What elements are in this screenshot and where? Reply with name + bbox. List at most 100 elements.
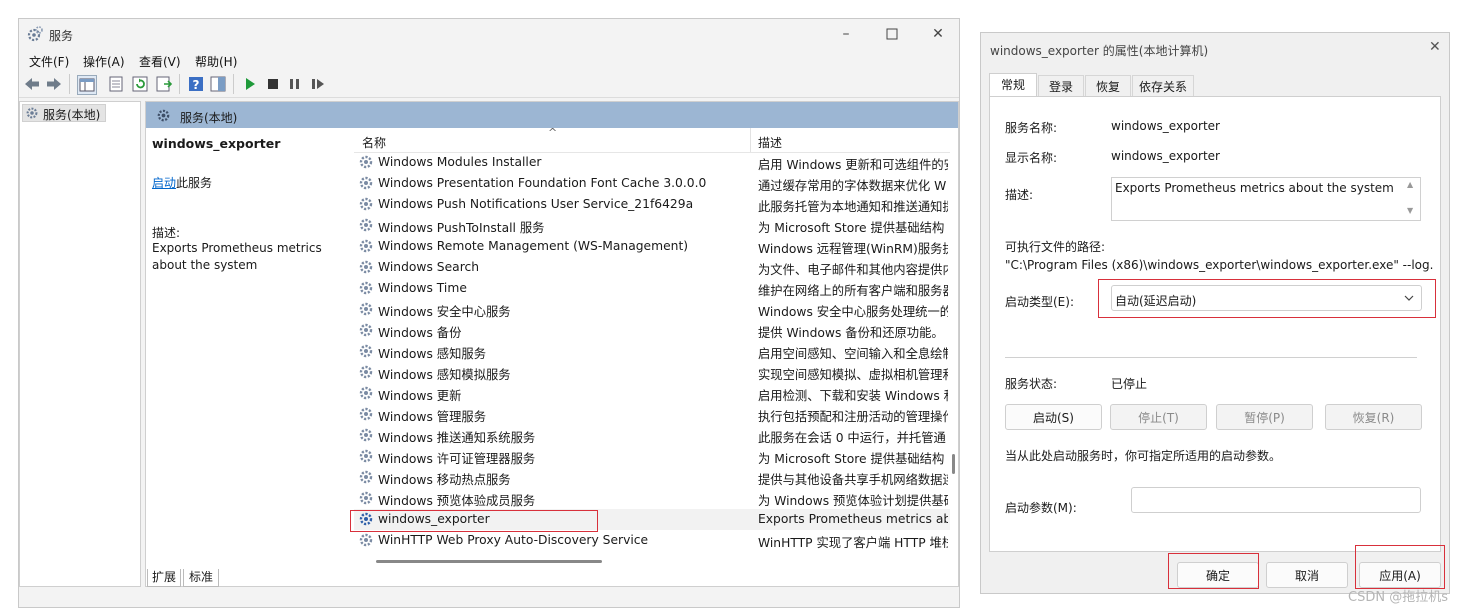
tree-item-services-local[interactable]: 服务(本地) <box>22 104 106 122</box>
service-description-cell: 启用检测、下载和安装 Windows 和 <box>758 389 948 403</box>
resume-button[interactable]: 恢复(R) <box>1325 404 1422 430</box>
minimize-icon[interactable]: – <box>837 25 855 43</box>
help-icon[interactable]: ? <box>187 75 205 93</box>
service-gear-icon <box>358 154 374 170</box>
tab-standard[interactable]: 标准 <box>183 569 219 587</box>
tab-general[interactable]: 常规 <box>989 73 1037 97</box>
highlight-box <box>1168 553 1259 589</box>
export-list-icon[interactable] <box>155 75 173 93</box>
table-row[interactable]: Windows 管理服务 执行包括预配和注册活动的管理操作 <box>354 404 950 425</box>
services-title-bar[interactable]: 服务 – ✕ <box>19 19 959 49</box>
table-row[interactable]: Windows Modules Installer 启用 Windows 更新和可… <box>354 152 950 173</box>
dialog-close-icon[interactable]: ✕ <box>1429 39 1441 55</box>
service-gear-icon <box>358 448 374 464</box>
column-header-description[interactable]: 描述 <box>758 134 782 151</box>
table-row[interactable]: Windows 预览体验成员服务 为 Windows 预览体验计划提供基础 <box>354 488 950 509</box>
service-gear-icon <box>358 301 374 317</box>
table-row[interactable]: Windows PushToInstall 服务 为 Microsoft Stor… <box>354 215 950 236</box>
menu-file[interactable]: 文件(F) <box>29 53 69 70</box>
maximize-icon[interactable] <box>883 25 901 43</box>
start-button[interactable]: 启动(S) <box>1005 404 1102 430</box>
menu-action[interactable]: 操作(A) <box>83 53 125 70</box>
start-params-input[interactable] <box>1131 487 1421 513</box>
pause-icon[interactable] <box>286 75 304 93</box>
tab-extended[interactable]: 扩展 <box>147 569 181 587</box>
column-divider[interactable] <box>750 128 751 152</box>
description-box[interactable]: Exports Prometheus metrics about the sys… <box>1111 177 1421 221</box>
service-name-cell: Windows 管理服务 <box>378 410 486 424</box>
list-header: 名称 ^ 描述 <box>354 126 950 153</box>
start-params-label: 启动参数(M): <box>1005 501 1077 515</box>
service-description-cell: 为文件、电子邮件和其他内容提供内 <box>758 263 948 277</box>
back-arrow-icon[interactable] <box>23 75 41 93</box>
start-params-hint: 当从此处启动服务时，你可指定所适用的启动参数。 <box>1005 449 1282 463</box>
window-title: 服务 <box>49 29 74 43</box>
toolbar: ? <box>19 71 959 98</box>
properties-sheet-icon[interactable] <box>107 75 125 93</box>
menu-view[interactable]: 查看(V) <box>139 53 181 70</box>
service-name-cell: Windows 感知模拟服务 <box>378 368 511 382</box>
scroll-up-icon[interactable]: ▲ <box>1407 180 1413 189</box>
console-tree-pane: 服务(本地) <box>19 101 141 587</box>
show-hide-pane-icon[interactable] <box>209 75 227 93</box>
console-tree-icon[interactable] <box>77 75 97 95</box>
start-service-link[interactable]: 启动 <box>152 176 176 190</box>
startup-type-label: 启动类型(E): <box>1005 295 1074 309</box>
horizontal-scroll-thumb[interactable] <box>376 560 602 563</box>
service-description-cell: Exports Prometheus metrics ab <box>758 512 948 526</box>
table-row[interactable]: Windows 许可证管理器服务 为 Microsoft Store 提供基础结构 <box>354 446 950 467</box>
path-label: 可执行文件的路径: <box>1005 240 1106 254</box>
cancel-button[interactable]: 取消 <box>1266 562 1348 588</box>
service-status-label: 服务状态: <box>1005 377 1058 391</box>
table-row[interactable]: Windows Push Notifications User Service_… <box>354 194 950 215</box>
highlight-box <box>1355 545 1445 589</box>
refresh-icon[interactable] <box>131 75 149 93</box>
table-row[interactable]: Windows 更新 启用检测、下载和安装 Windows 和 <box>354 383 950 404</box>
service-description-cell: 此服务托管为本地通知和推送通知提 <box>758 200 948 214</box>
table-row[interactable]: Windows Search 为文件、电子邮件和其他内容提供内 <box>354 257 950 278</box>
service-gear-icon <box>358 322 374 338</box>
table-row[interactable]: WinHTTP Web Proxy Auto-Discovery Service… <box>354 530 950 551</box>
vertical-scroll-thumb[interactable] <box>952 454 955 474</box>
table-row[interactable]: Windows Time 维护在网络上的所有客户端和服务器 <box>354 278 950 299</box>
service-description-cell: Windows 远程管理(WinRM)服务执 <box>758 242 948 256</box>
service-name-cell: Windows Presentation Foundation Font Cac… <box>378 176 707 190</box>
menu-help[interactable]: 帮助(H) <box>195 53 237 70</box>
play-icon[interactable] <box>241 75 259 93</box>
service-description-cell: 通过缓存常用的字体数据来优化 W <box>758 179 947 193</box>
stop-icon[interactable] <box>264 75 282 93</box>
vertical-scrollbar[interactable] <box>950 128 958 558</box>
table-row[interactable]: Windows Presentation Foundation Font Cac… <box>354 173 950 194</box>
section-divider <box>1005 357 1417 358</box>
forward-arrow-icon[interactable] <box>45 75 63 93</box>
tree-item-label: 服务(本地) <box>43 108 101 122</box>
table-row[interactable]: Windows 移动热点服务 提供与其他设备共享手机网络数据连 <box>354 467 950 488</box>
service-status-value: 已停止 <box>1111 377 1148 391</box>
service-gear-icon <box>358 196 374 212</box>
table-row[interactable]: Windows 推送通知系统服务 此服务在会话 0 中运行，并托管通 <box>354 425 950 446</box>
table-row[interactable]: Windows 安全中心服务 Windows 安全中心服务处理统一的 <box>354 299 950 320</box>
column-header-name[interactable]: 名称 <box>362 134 386 151</box>
service-description-cell: 执行包括预配和注册活动的管理操作 <box>758 410 948 424</box>
services-gear-icon <box>157 109 170 122</box>
pause-button[interactable]: 暂停(P) <box>1216 404 1313 430</box>
service-name-cell: Windows 感知服务 <box>378 347 486 361</box>
table-row[interactable]: Windows 感知服务 启用空间感知、空间输入和全息绘制 <box>354 341 950 362</box>
table-row[interactable]: Windows 备份 提供 Windows 备份和还原功能。 <box>354 320 950 341</box>
detail-desc-line: Exports Prometheus metrics <box>152 241 322 255</box>
restart-icon[interactable] <box>309 75 327 93</box>
service-gear-icon <box>358 238 374 254</box>
display-name-value: windows_exporter <box>1111 149 1220 163</box>
table-row[interactable]: Windows Remote Management (WS-Management… <box>354 236 950 257</box>
table-row[interactable]: Windows 感知模拟服务 实现空间感知模拟、虚拟相机管理和 <box>354 362 950 383</box>
close-icon[interactable]: ✕ <box>929 25 947 43</box>
watermark-text: CSDN @拖拉机s <box>1348 590 1448 605</box>
service-gear-icon <box>358 406 374 422</box>
service-gear-icon <box>358 175 374 191</box>
scroll-down-icon[interactable]: ▼ <box>1407 206 1413 215</box>
service-name-cell: WinHTTP Web Proxy Auto-Discovery Service <box>378 533 649 547</box>
service-gear-icon <box>358 280 374 296</box>
highlight-box <box>350 510 598 532</box>
stop-button[interactable]: 停止(T) <box>1110 404 1207 430</box>
horizontal-scrollbar[interactable] <box>354 558 950 566</box>
